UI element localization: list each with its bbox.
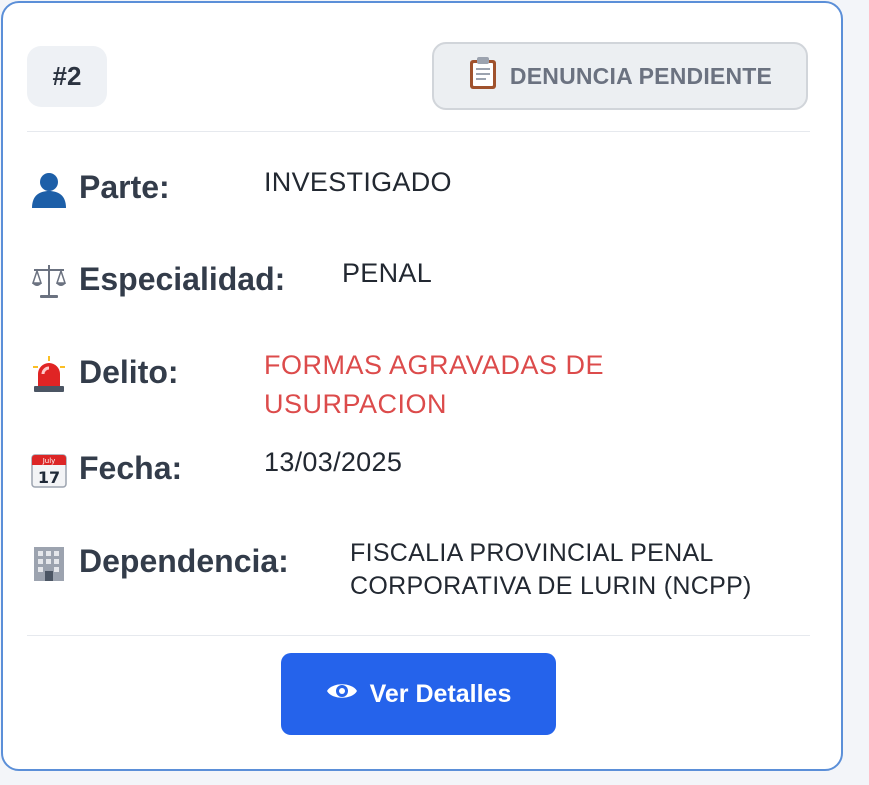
svg-text:July: July xyxy=(42,457,56,465)
siren-icon xyxy=(27,352,71,396)
field-label: Especialidad: xyxy=(79,261,286,297)
field-label: Dependencia: xyxy=(79,543,289,579)
footer-divider xyxy=(27,635,810,636)
calendar-icon: July 17 xyxy=(27,448,71,492)
status-label: DENUNCIA PENDIENTE xyxy=(509,62,773,89)
delito-value-line1: FORMAS AGRAVADAS DE xyxy=(264,350,605,380)
delito-value-line2: USURPACION xyxy=(264,389,448,419)
field-fecha: July 17 Fecha: xyxy=(27,448,182,492)
field-label: Delito: xyxy=(79,354,179,390)
field-especialidad: Especialidad: xyxy=(27,259,285,303)
field-parte: Parte: xyxy=(27,167,170,211)
field-dependencia: Dependencia: xyxy=(27,541,289,585)
field-label: Parte: xyxy=(79,169,170,205)
eye-icon xyxy=(326,680,358,709)
header-divider xyxy=(27,131,810,132)
case-number-badge: #2 xyxy=(27,46,107,107)
svg-text:17: 17 xyxy=(38,468,60,487)
building-icon xyxy=(27,541,71,585)
clipboard-icon xyxy=(468,56,498,96)
case-card: #2 DENUNCIA PENDIENTE Parte: INVESTIGADO xyxy=(1,1,843,771)
field-label: Fecha: xyxy=(79,450,183,486)
scales-icon xyxy=(27,259,71,303)
dependencia-value-line1: FISCALIA PROVINCIAL PENAL xyxy=(350,539,714,567)
especialidad-value: PENAL xyxy=(342,258,433,288)
person-icon xyxy=(27,167,71,211)
field-delito: Delito: xyxy=(27,352,179,396)
ver-detalles-button[interactable]: Ver Detalles xyxy=(281,653,556,735)
fecha-value: 13/03/2025 xyxy=(264,447,403,477)
ver-detalles-label: Ver Detalles xyxy=(369,679,512,708)
dependencia-value-line2: CORPORATIVA DE LURIN (NCPP) xyxy=(350,572,752,600)
parte-value: INVESTIGADO xyxy=(264,167,452,197)
status-badge: DENUNCIA PENDIENTE xyxy=(432,42,808,110)
